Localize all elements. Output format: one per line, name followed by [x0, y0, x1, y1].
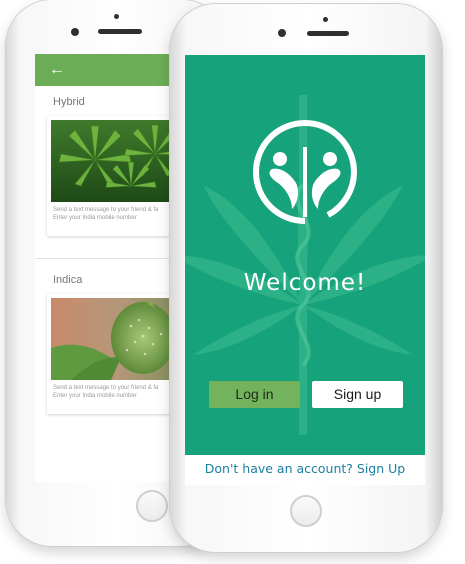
footer-bar: Don't have an account? Sign Up [185, 455, 425, 485]
card-description-line-2: Enter your India mobile number [53, 215, 137, 221]
two-people-caduceus-logo-icon [253, 120, 357, 224]
strain-card-indica[interactable]: Send a text message to your friend & fa … [47, 294, 185, 414]
back-phone-screen: ← Hybrid Send a text message to your fri… [35, 54, 186, 482]
signup-link[interactable]: Don't have an account? Sign Up [185, 461, 425, 476]
signup-button[interactable]: Sign up [312, 381, 403, 408]
cannabis-bud-image [51, 298, 185, 380]
card-description-line-2: Enter your India mobile number [53, 393, 137, 399]
proximity-sensor [323, 17, 328, 22]
strain-card-hybrid[interactable]: Send a text message to your friend & fa … [47, 116, 185, 236]
front-phone-device: Welcome! Log in Sign up Don't have an ac… [170, 4, 442, 552]
section-title-hybrid: Hybrid [53, 96, 85, 108]
front-camera [71, 28, 79, 36]
earpiece-speaker [98, 29, 142, 34]
home-button[interactable] [136, 490, 168, 522]
app-bar: ← [35, 54, 185, 86]
login-button[interactable]: Log in [209, 381, 300, 408]
section-title-indica: Indica [53, 274, 83, 286]
arrow-left-icon[interactable]: ← [49, 60, 65, 80]
proximity-sensor [114, 14, 119, 19]
home-button[interactable] [290, 495, 322, 527]
cannabis-plant-image [51, 120, 185, 202]
card-description-line-1: Send a text message to your friend & fa [53, 207, 159, 213]
card-description-line-1: Send a text message to your friend & fa [53, 385, 159, 391]
welcome-screen: Welcome! Log in Sign up Don't have an ac… [185, 55, 425, 485]
section-divider [35, 258, 185, 259]
welcome-heading: Welcome! [243, 270, 367, 296]
front-camera [278, 29, 286, 37]
earpiece-speaker [307, 31, 349, 36]
